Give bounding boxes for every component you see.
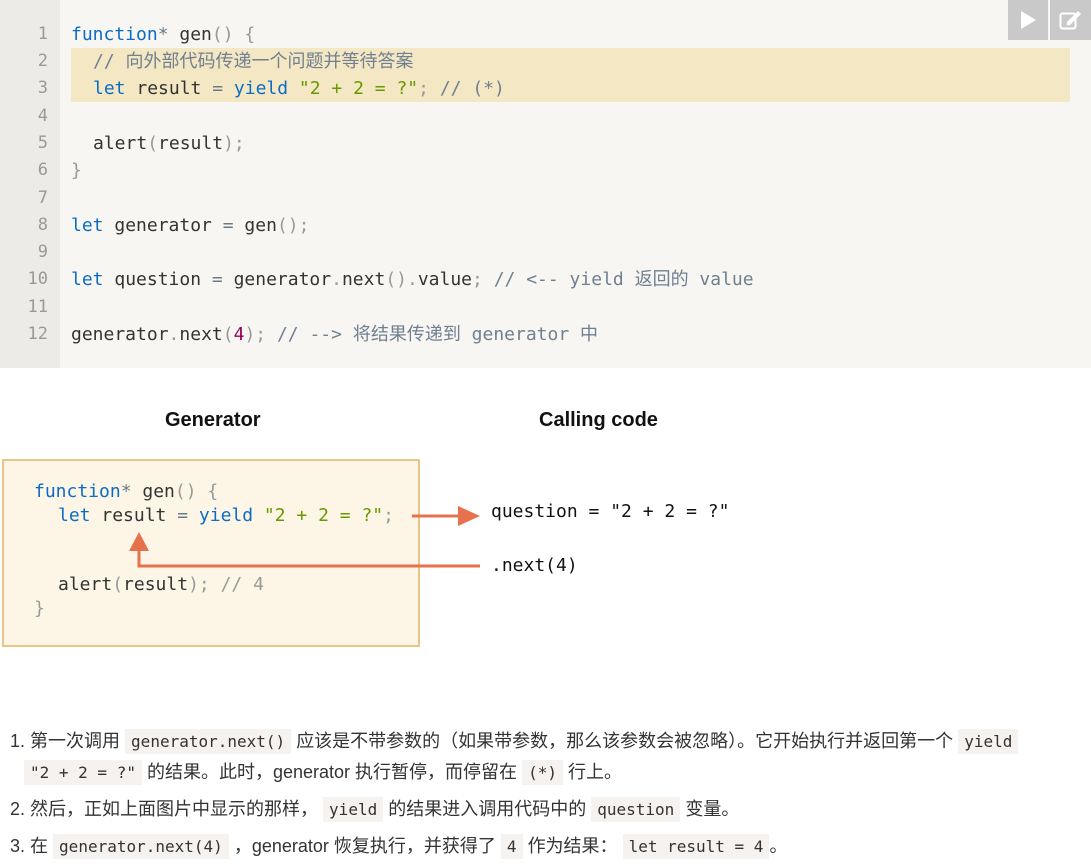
inline-code: 4: [500, 834, 523, 859]
text: 应该是不带参数的（如果带参数，那么该参数会被忽略）。它开始执行并返回第一个: [296, 731, 954, 751]
inline-code: generator.next(4): [53, 834, 229, 859]
inline-code: yield: [323, 797, 384, 822]
inline-code: yield: [958, 729, 1019, 754]
inline-code: (*): [522, 760, 563, 785]
inline-code: question: [591, 797, 681, 822]
inline-code: "2 + 2 = ?": [24, 760, 142, 785]
text: 的结果。此时，generator 执行暂停，而停留在: [146, 762, 518, 782]
text: 。: [769, 836, 788, 856]
next-arrow-line: [137, 548, 480, 568]
list-number: 2.: [10, 799, 26, 819]
text: ，generator 恢复执行，并获得了: [233, 836, 496, 856]
text: 作为结果：: [527, 836, 618, 856]
list-number: 1.: [10, 731, 26, 751]
inline-code: generator.next(): [125, 729, 292, 754]
inline-code: let result = 4: [622, 834, 770, 859]
yield-arrowhead: [458, 506, 480, 526]
text: 在: [30, 836, 49, 856]
list-item: 2. 然后，正如上面图片中显示的那样， yield 的结果进入调用代码中的 qu…: [10, 794, 1088, 825]
text: 的结果进入调用代码中的: [388, 799, 587, 819]
text: 然后，正如上面图片中显示的那样，: [30, 799, 319, 819]
list-number: 3.: [10, 836, 26, 856]
list-item: 3. 在 generator.next(4) ，generator 恢复执行，并…: [10, 831, 1088, 862]
text: 变量。: [685, 799, 740, 819]
list-item: 1. 第一次调用 generator.next() 应该是不带参数的（如果带参数…: [10, 726, 1088, 788]
next-arrowhead: [129, 532, 149, 551]
text: 行上。: [567, 762, 622, 782]
text: 第一次调用: [30, 731, 121, 751]
